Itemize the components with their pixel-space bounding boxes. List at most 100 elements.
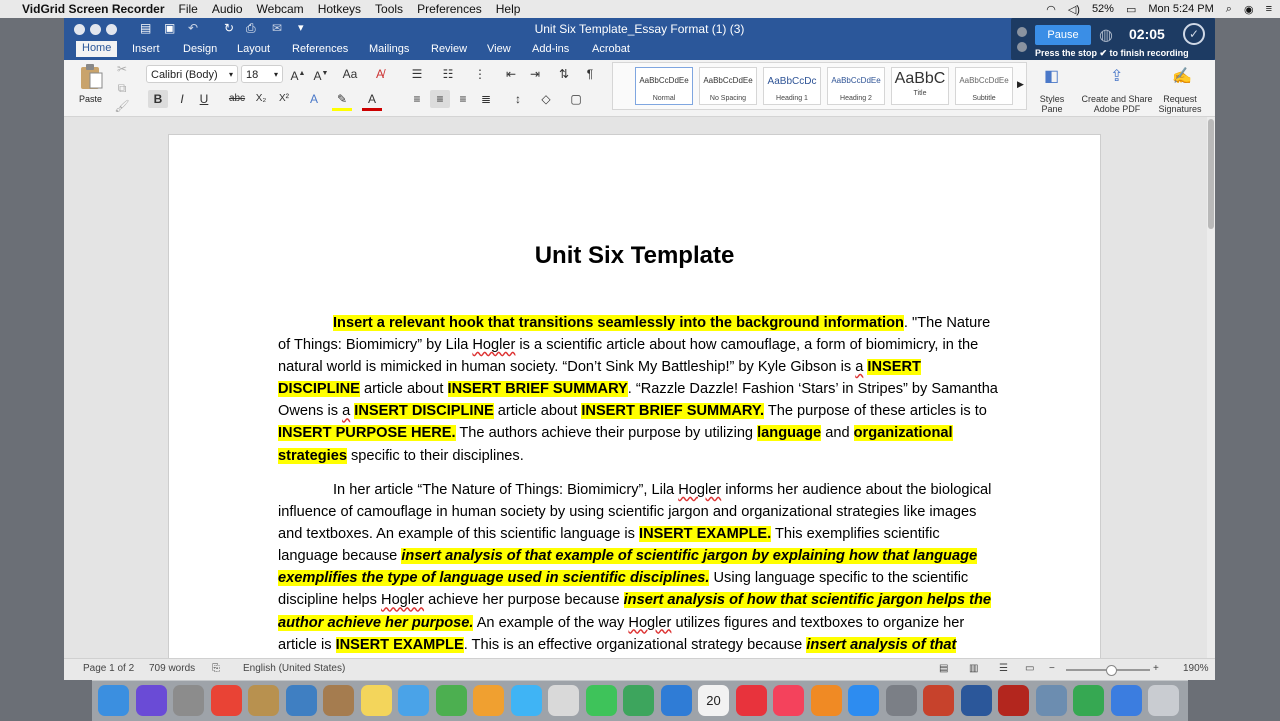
word-count[interactable]: 709 words [149,663,195,674]
menu-hotkeys[interactable]: Hotkeys [318,2,361,16]
tab-mailings[interactable]: Mailings [369,43,409,55]
zoom-slider[interactable] [1066,665,1150,676]
list-icon[interactable]: ≡ [1266,3,1272,15]
align-left-icon[interactable]: ≡ [407,90,427,108]
document-paragraph-2[interactable]: In her article “The Nature of Things: Bi… [278,479,1003,658]
strikethrough-button[interactable]: abc [227,90,247,108]
dock-finder-folder-icon[interactable] [398,685,429,716]
dock-app-store-icon[interactable] [848,685,879,716]
zoom-out-icon[interactable]: − [1049,663,1055,674]
dock-powerpoint-icon[interactable] [923,685,954,716]
dock-photos-icon[interactable] [473,685,504,716]
superscript-button[interactable]: X² [274,90,294,108]
proofing-icon[interactable]: ⎘ [212,663,220,674]
text-effects-icon[interactable]: A [304,90,324,108]
tab-home[interactable]: Home [76,41,118,57]
tab-acrobat[interactable]: Acrobat [592,43,630,55]
webcam-user-icon[interactable]: ◍ [1099,25,1113,45]
dock-screen-icon[interactable] [1110,685,1142,716]
decrease-indent-icon[interactable]: ⇤ [501,65,521,83]
dock-contacts-icon[interactable] [323,685,354,716]
font-size-select[interactable]: 18 ▾ [241,65,283,83]
underline-button[interactable]: U [194,90,214,108]
tab-view[interactable]: View [487,43,511,55]
borders-icon[interactable]: ▢ [566,90,586,108]
dock-notes-icon[interactable] [248,685,279,716]
document-heading[interactable]: Unit Six Template [169,242,1100,270]
styles-pane-icon[interactable]: ◧ [1044,66,1059,86]
sort-icon[interactable]: ⇅ [554,65,574,83]
battery-percent[interactable]: 52% [1092,3,1114,15]
subscript-button[interactable]: X₂ [251,90,271,108]
pause-button[interactable]: Pause [1035,25,1091,45]
dock-textedit-icon[interactable] [548,685,579,716]
shrink-font-icon[interactable]: A▼ [311,65,331,83]
page-count[interactable]: Page 1 of 2 [83,663,134,674]
menu-tools[interactable]: Tools [375,2,403,16]
battery-icon[interactable]: ▭ [1126,3,1136,16]
bold-button[interactable]: B [148,90,168,108]
menu-webcam[interactable]: Webcam [257,2,304,16]
bullets-icon[interactable]: ☰ [407,65,427,83]
dock-vidgrid-icon[interactable] [1073,685,1104,716]
grow-font-icon[interactable]: A▲ [288,65,308,83]
request-signatures-label[interactable]: Request Signatures [1158,94,1202,114]
line-spacing-icon[interactable]: ↕ [508,90,528,108]
dock-maps-icon[interactable] [435,685,467,716]
style-no-spacing[interactable]: AaBbCcDdEe No Spacing [699,67,757,105]
menu-app-name[interactable]: VidGrid Screen Recorder [22,2,165,16]
dock-stickies-icon[interactable] [360,685,392,716]
menu-clock[interactable]: Mon 5:24 PM [1148,3,1213,15]
language-status[interactable]: English (United States) [243,663,345,674]
zoom-in-icon[interactable]: + [1153,663,1159,674]
signature-icon[interactable]: ✍ [1172,66,1192,86]
stop-check-icon[interactable]: ✓ [1183,23,1205,45]
styles-pane-label[interactable]: Styles Pane [1034,94,1070,114]
styles-more-arrow[interactable]: ▶ [1017,79,1024,90]
align-right-icon[interactable]: ≡ [453,90,473,108]
style-heading-1[interactable]: AaBbCcDc Heading 1 [763,67,821,105]
style-heading-2[interactable]: AaBbCcDdEe Heading 2 [827,67,885,105]
recorder-close-icon[interactable] [1017,27,1027,37]
paste-button[interactable] [76,62,106,92]
scrollbar-thumb[interactable] [1208,119,1214,229]
dock-news-icon[interactable] [735,685,767,716]
menu-audio[interactable]: Audio [212,2,243,16]
user-icon[interactable]: ◉ [1244,3,1254,16]
italic-button[interactable]: I [172,90,192,108]
menu-help[interactable]: Help [496,2,521,16]
vertical-scrollbar[interactable] [1207,117,1215,658]
dock-acrobat-icon[interactable] [998,685,1029,716]
tab-insert[interactable]: Insert [132,43,160,55]
dock-launchpad-icon[interactable] [173,685,204,716]
tab-review[interactable]: Review [431,43,467,55]
style-subtitle[interactable]: AaBbCcDdEe Subtitle [955,67,1013,105]
highlight-icon[interactable]: ✎ [332,90,352,111]
web-layout-icon[interactable]: ▥ [969,663,978,674]
search-icon[interactable]: ⌕ [1226,3,1232,16]
menu-file[interactable]: File [179,2,198,16]
zoom-level[interactable]: 190% [1183,663,1209,674]
increase-indent-icon[interactable]: ⇥ [525,65,545,83]
create-pdf-icon[interactable]: ⇪ [1110,66,1123,86]
dock-preview-icon[interactable] [285,685,317,716]
font-color-icon[interactable]: A [362,90,382,111]
tab-add-ins[interactable]: Add-ins [532,43,569,55]
justify-icon[interactable]: ≣ [476,90,496,108]
wifi-icon[interactable]: ◠ [1046,3,1056,16]
change-case-icon[interactable]: Aa [340,65,360,83]
document-paragraph-1[interactable]: Insert a relevant hook that transitions … [278,312,1003,467]
numbering-icon[interactable]: ☷ [438,65,458,83]
volume-icon[interactable]: ◁) [1068,3,1080,16]
show-formatting-icon[interactable]: ¶ [580,65,600,83]
align-center-icon[interactable]: ≡ [430,90,450,108]
dock-numbers-icon[interactable] [623,685,654,716]
dock-photos-viewer-icon[interactable] [1035,685,1067,716]
menu-preferences[interactable]: Preferences [417,2,482,16]
multilevel-list-icon[interactable]: ⋮ [470,65,490,83]
shading-icon[interactable]: ◇ [536,90,556,108]
dock-messages-icon[interactable] [510,685,542,716]
dock-finder-icon[interactable] [98,685,129,716]
zoom-slider-thumb[interactable] [1106,665,1117,676]
dock-word-icon[interactable] [960,685,992,716]
